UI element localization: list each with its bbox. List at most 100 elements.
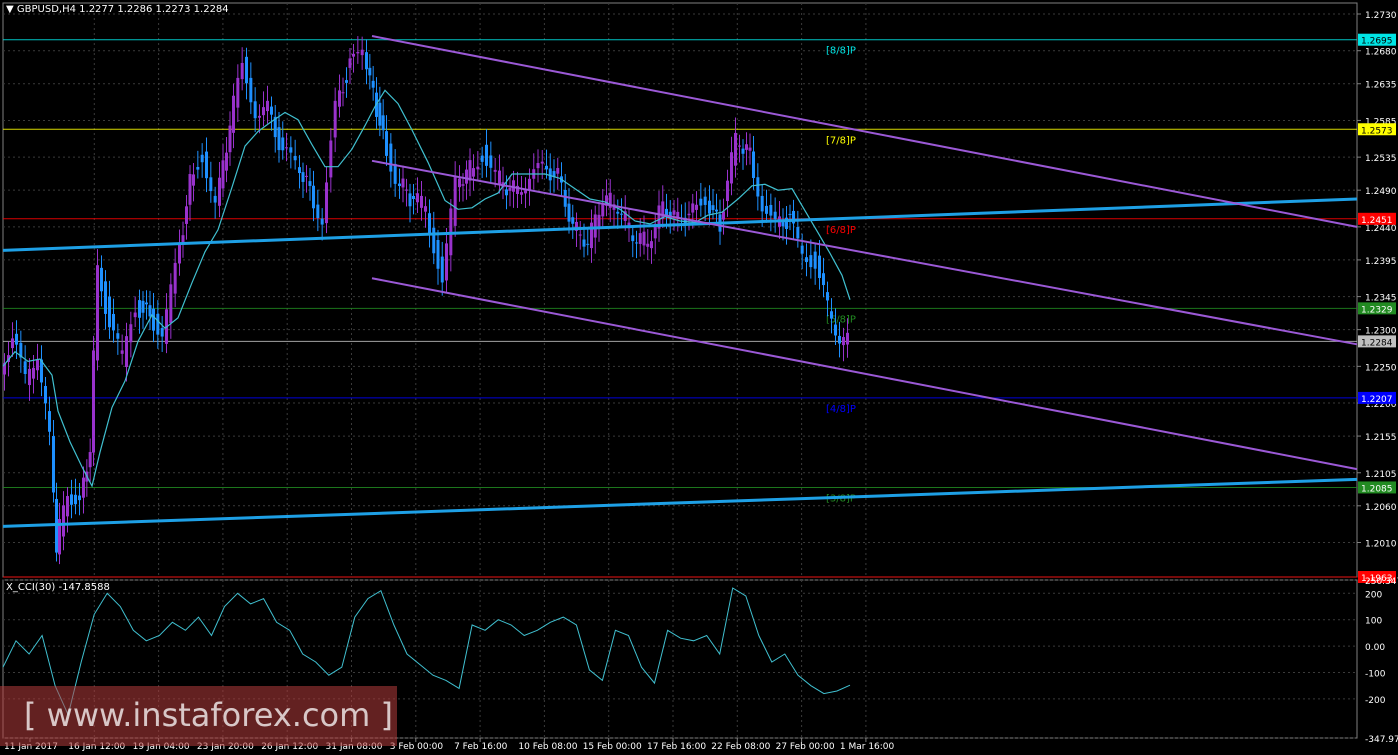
candle-body xyxy=(424,206,427,212)
chart-canvas[interactable]: 1.27301.26801.26351.25851.25351.24901.24… xyxy=(0,0,1398,755)
dropdown-arrow-icon[interactable]: ▼ xyxy=(6,4,14,15)
ohlc-values: 1.2277 1.2286 1.2273 1.2284 xyxy=(79,4,229,15)
candle-body xyxy=(480,155,484,162)
candle-body xyxy=(646,243,650,247)
candle-body xyxy=(371,80,375,88)
candle-body xyxy=(253,101,257,119)
candle-body xyxy=(505,189,508,196)
price-tick-label: 1.2345 xyxy=(1365,294,1397,304)
candle-body xyxy=(108,296,111,328)
watermark-text: [ www.instaforex.com ] xyxy=(24,696,393,734)
candle-body xyxy=(70,494,73,505)
candle-body xyxy=(365,52,368,70)
candle-body xyxy=(48,411,51,432)
candle-body xyxy=(420,195,423,208)
candle-body xyxy=(325,182,328,224)
candle-body xyxy=(642,231,646,246)
candle-body xyxy=(703,196,707,205)
candle-body xyxy=(200,154,204,163)
candle-body xyxy=(738,145,741,147)
candle-body xyxy=(631,235,635,242)
candle-body xyxy=(405,189,408,191)
candle-body xyxy=(23,361,27,375)
candle-body xyxy=(368,67,372,76)
price-axis: 1.27301.26801.26351.25851.25351.24901.24… xyxy=(1357,11,1397,550)
candle-body xyxy=(846,332,849,345)
level-price-label: 1.2085 xyxy=(1361,484,1393,494)
level-price-label: 1.2207 xyxy=(1361,395,1393,405)
candle-body xyxy=(616,211,620,214)
cci-tick-label: 0.00 xyxy=(1365,643,1385,653)
candle-body xyxy=(711,205,715,211)
candle-body xyxy=(221,160,225,189)
time-tick-label: 15 Feb 00:00 xyxy=(583,742,642,752)
candle-body xyxy=(277,127,281,151)
level-tag: [7/8]P xyxy=(826,135,856,146)
candle-body xyxy=(401,178,405,188)
candle-body xyxy=(715,209,718,212)
candle-body xyxy=(730,152,733,184)
cci-tick-label: 250.3477 xyxy=(1365,577,1398,587)
candle-body xyxy=(563,189,567,207)
candle-body xyxy=(169,284,173,324)
candle-body xyxy=(620,213,623,215)
candle-body xyxy=(188,174,192,205)
symbol-header: ▼ GBPUSD,H4 1.2277 1.2286 1.2273 1.2284 xyxy=(6,4,229,15)
candle-body xyxy=(416,193,419,203)
candle-body xyxy=(209,177,213,192)
candle-body xyxy=(262,107,265,116)
candle-body xyxy=(316,204,320,219)
candle-body xyxy=(567,203,571,222)
level-tag: [6/8]P xyxy=(826,225,856,236)
candle-body xyxy=(842,337,845,346)
candle-body xyxy=(691,203,695,213)
candle-body xyxy=(240,62,244,80)
candle-body xyxy=(141,300,145,313)
candle-body xyxy=(638,233,642,244)
candle-body xyxy=(745,144,748,150)
candle-body xyxy=(578,234,582,236)
candle-body xyxy=(393,163,397,184)
main-pane xyxy=(2,2,1358,578)
candle-body xyxy=(528,178,531,190)
price-tick-label: 1.2250 xyxy=(1365,363,1397,373)
candle-body xyxy=(120,350,124,354)
candle-body xyxy=(687,213,691,216)
price-tick-label: 1.2105 xyxy=(1365,470,1397,480)
candle-body xyxy=(148,305,152,317)
price-tick-label: 1.2490 xyxy=(1365,187,1397,197)
candle-body xyxy=(329,140,333,178)
level-price-label: 1.2451 xyxy=(1361,216,1393,226)
candle-body xyxy=(78,495,81,501)
cci-label: X_CCI(30) -147.8588 xyxy=(6,582,110,593)
candle-body xyxy=(699,198,703,206)
candle-body xyxy=(96,265,99,361)
candle-body xyxy=(453,177,457,226)
price-tick-label: 1.2155 xyxy=(1365,433,1397,443)
price-tick-label: 1.2010 xyxy=(1365,540,1397,550)
time-tick-label: 10 Feb 08:00 xyxy=(518,742,577,752)
candle-body xyxy=(593,214,597,238)
candle-body xyxy=(601,204,605,217)
candle-body xyxy=(52,436,55,493)
candle-body xyxy=(160,328,164,337)
candle-body xyxy=(289,147,293,153)
candle-body xyxy=(232,95,235,133)
candle-body xyxy=(333,100,337,138)
candle-body xyxy=(412,195,415,199)
cci-tick-label: 100 xyxy=(1365,617,1382,627)
candle-body xyxy=(672,210,676,215)
candle-body xyxy=(196,166,200,170)
candle-body xyxy=(818,255,821,278)
price-tick-label: 1.2395 xyxy=(1365,257,1397,267)
candle-body xyxy=(734,132,737,166)
price-tick-label: 1.2060 xyxy=(1365,503,1397,513)
candle-body xyxy=(590,222,593,249)
candle-body xyxy=(360,49,364,56)
candle-body xyxy=(341,92,345,94)
candle-body xyxy=(104,281,107,314)
candle-body xyxy=(493,169,497,172)
candle-body xyxy=(301,172,305,182)
candle-body xyxy=(834,324,837,336)
price-tick-label: 1.2300 xyxy=(1365,327,1397,337)
